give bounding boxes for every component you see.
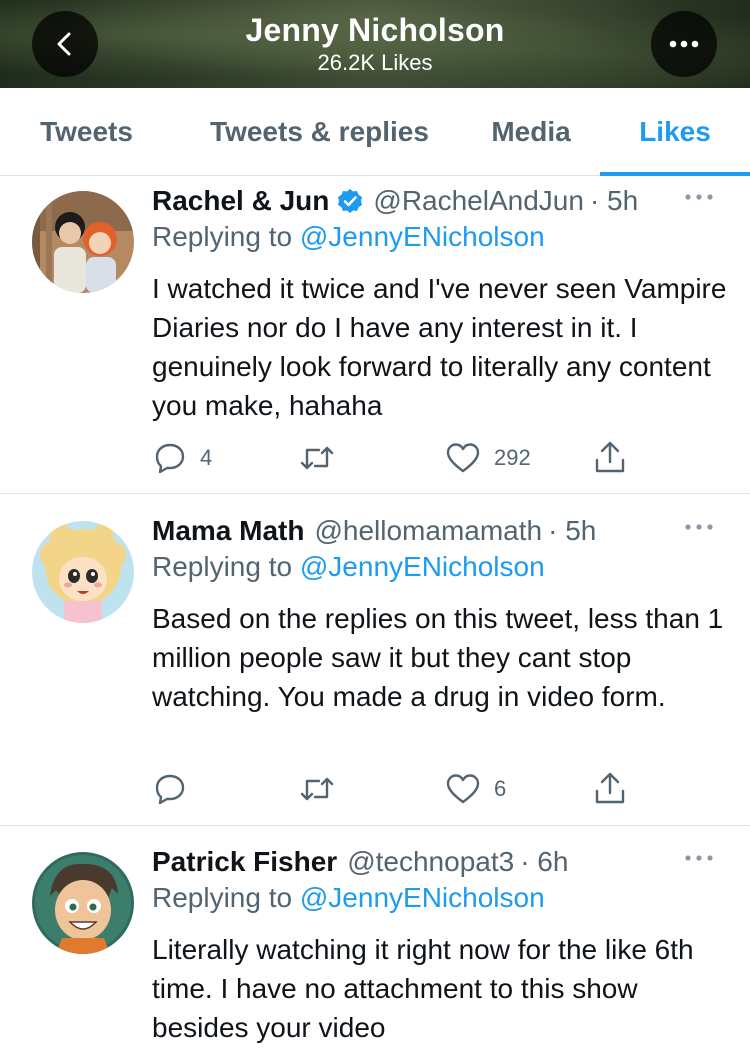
display-name[interactable]: Rachel & Jun (152, 185, 329, 217)
tweet-text: Based on the replies on this tweet, less… (152, 603, 724, 712)
tweet-time: · 5h (548, 515, 597, 546)
heart-icon (446, 443, 480, 473)
like-button[interactable]: 6 (446, 773, 506, 805)
reply-count: 4 (200, 445, 213, 470)
avatar[interactable] (32, 191, 134, 293)
more-horizontal-icon (669, 40, 699, 48)
retweet-button[interactable] (300, 442, 334, 474)
replying-prefix: Replying to (152, 551, 300, 582)
tweet-card[interactable]: Patrick Fisher @technopat3 · 6h Replying… (0, 838, 750, 1057)
tweet-card[interactable]: Mama Math @hellomamamath · 5h Replying t… (0, 507, 750, 826)
tweet-header: Patrick Fisher @technopat3 · 6h (152, 842, 568, 882)
like-count: 6 (494, 776, 507, 801)
user-handle[interactable]: @hellomamamath (314, 515, 542, 547)
display-name[interactable]: Mama Math (152, 515, 304, 547)
share-button[interactable] (594, 440, 626, 474)
reply-icon (155, 443, 185, 474)
share-button[interactable] (594, 771, 626, 805)
more-button[interactable] (651, 11, 717, 77)
retweet-icon (300, 777, 334, 801)
tab-tweets[interactable]: Tweets (0, 88, 173, 176)
tweet-card[interactable]: Rachel & Jun @RachelAndJun · 5h Replying… (0, 177, 750, 494)
likes-count: 26.2K Likes (317, 50, 433, 75)
replying-to: Replying to @JennyENicholson (152, 551, 545, 583)
retweet-button[interactable] (300, 773, 334, 805)
tweet-time: · 5h (589, 185, 639, 216)
tab-likes[interactable]: Likes (600, 88, 750, 176)
display-name[interactable]: Patrick Fisher (152, 846, 337, 878)
more-horizontal-icon[interactable] (683, 848, 715, 868)
tweet-header: Rachel & Jun @RachelAndJun · 5h (152, 181, 638, 221)
share-icon (595, 441, 625, 473)
avatar[interactable] (32, 521, 134, 623)
reply-icon (155, 774, 185, 805)
tweet-header: Mama Math @hellomamamath · 5h (152, 511, 596, 551)
reply-button[interactable] (154, 773, 186, 805)
profile-header: Jenny Nicholson 26.2K Likes (0, 0, 750, 88)
user-handle[interactable]: @RachelAndJun (373, 185, 584, 217)
more-horizontal-icon[interactable] (683, 517, 715, 537)
active-tab-indicator (600, 172, 750, 176)
reply-button[interactable]: 4 (154, 442, 212, 474)
profile-name: Jenny Nicholson (245, 12, 505, 48)
tab-tweets-replies[interactable]: Tweets & replies (173, 88, 466, 176)
mention-link[interactable]: @JennyENicholson (300, 221, 545, 252)
replying-prefix: Replying to (152, 882, 300, 913)
retweet-icon (300, 446, 334, 470)
like-button[interactable]: 292 (446, 442, 531, 474)
avatar[interactable] (32, 852, 134, 954)
tab-media[interactable]: Media (466, 88, 596, 176)
profile-tabs: Tweets Tweets & replies Media Likes (0, 88, 750, 176)
tweet-text: Literally watching it right now for the … (152, 934, 694, 1043)
replying-to: Replying to @JennyENicholson (152, 882, 545, 914)
verified-badge-icon (338, 189, 363, 213)
replying-to: Replying to @JennyENicholson (152, 221, 545, 253)
share-icon (595, 772, 625, 804)
mention-link[interactable]: @JennyENicholson (300, 882, 545, 913)
more-horizontal-icon[interactable] (683, 187, 715, 207)
mention-link[interactable]: @JennyENicholson (300, 551, 545, 582)
user-handle[interactable]: @technopat3 (347, 846, 514, 878)
tweet-text: I watched it twice and I've never seen V… (152, 273, 727, 421)
like-count: 292 (494, 445, 531, 470)
heart-icon (446, 774, 480, 804)
tweet-time: · 6h (520, 846, 569, 877)
replying-prefix: Replying to (152, 221, 300, 252)
